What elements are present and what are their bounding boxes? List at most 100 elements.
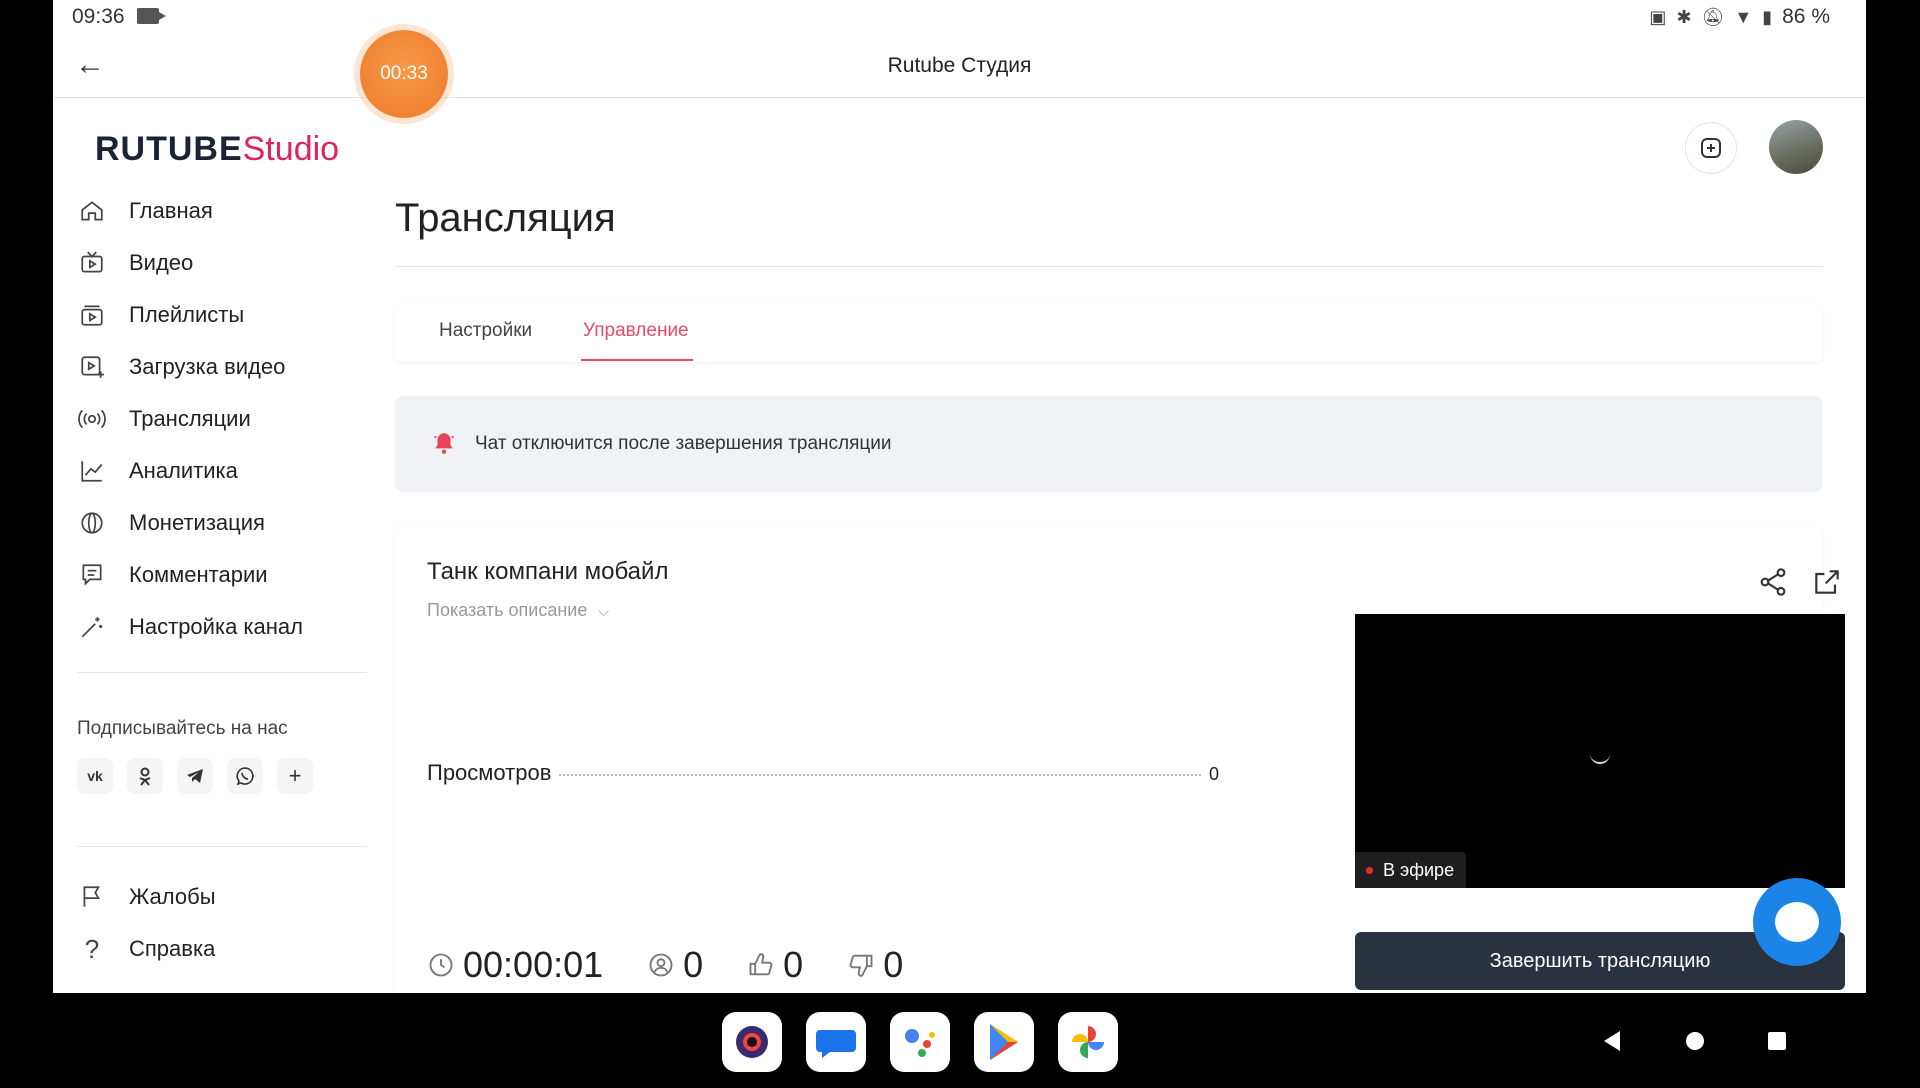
views-row: Просмотров 0 xyxy=(427,760,1219,786)
sidebar-item-label: Трансляции xyxy=(129,406,251,431)
tab-bar: Настройки Управление xyxy=(395,302,1823,362)
sidebar-item-upload[interactable]: Загрузка видео xyxy=(77,347,285,387)
likes-value: 0 xyxy=(783,944,804,985)
dotted-leader xyxy=(559,774,1201,776)
help-icon: ? xyxy=(84,933,100,964)
stream-preview-player[interactable]: В эфире xyxy=(1355,614,1845,888)
sidebar-item-label: Комментарии xyxy=(129,562,268,587)
duration-value: 00:00:01 xyxy=(463,944,604,985)
dislikes-stat: 0 xyxy=(847,944,903,986)
active-tab-indicator xyxy=(581,359,693,361)
playlist-icon xyxy=(77,300,107,330)
follow-us-label: Подписывайтесь на нас xyxy=(77,718,288,739)
sidebar-item-label: Монетизация xyxy=(129,510,265,535)
flag-icon xyxy=(77,882,107,912)
rutube-studio-logo[interactable]: RUTUBEStudio xyxy=(95,130,339,169)
tab-settings[interactable]: Настройки xyxy=(439,320,532,342)
show-description-label: Показать описание xyxy=(427,600,588,620)
sidebar-item-broadcasts[interactable]: Трансляции xyxy=(77,399,251,439)
viewers-stat: 0 xyxy=(647,944,703,986)
status-time: 09:36 xyxy=(72,5,125,28)
nav-home-icon[interactable] xyxy=(1685,1031,1705,1056)
more-icon[interactable]: + xyxy=(277,758,313,794)
photos-app-icon[interactable] xyxy=(1058,1012,1118,1072)
loading-spinner-icon xyxy=(1590,754,1610,764)
stream-title: Танк компани мобайл xyxy=(427,558,669,585)
sidebar-item-label: Аналитика xyxy=(129,458,238,483)
nav-back-icon[interactable] xyxy=(1602,1030,1622,1057)
assistant-app-icon[interactable] xyxy=(890,1012,950,1072)
viewers-value: 0 xyxy=(683,944,704,985)
upload-icon xyxy=(77,352,107,382)
sidebar-item-label: Главная xyxy=(129,198,213,223)
user-avatar[interactable] xyxy=(1769,120,1823,174)
camera-app-icon[interactable] xyxy=(722,1012,782,1072)
status-icons: ▣ ✱ 🔕︎ ▼ ▮ 86 % xyxy=(1649,5,1830,29)
sidebar-item-label: Плейлисты xyxy=(129,302,245,327)
sidebar-item-home[interactable]: Главная xyxy=(77,191,213,231)
sidebar-divider xyxy=(77,672,367,673)
sidebar-item-monetization[interactable]: Монетизация xyxy=(77,503,265,543)
ok-icon[interactable] xyxy=(127,758,163,794)
battery-icon: ▮ xyxy=(1762,6,1773,27)
thumbs-up-icon xyxy=(749,953,773,976)
notice-text: Чат отключится после завершения трансляц… xyxy=(475,433,892,454)
sidebar-item-label: Видео xyxy=(129,250,194,275)
mute-icon: 🔕︎ xyxy=(1701,6,1725,27)
sidebar-item-comments[interactable]: Комментарии xyxy=(77,555,268,595)
screen-record-icon xyxy=(137,8,166,24)
support-chat-button[interactable] xyxy=(1753,878,1841,966)
thumbs-down-icon xyxy=(849,954,873,977)
battery-level: 86 % xyxy=(1782,5,1830,28)
comments-icon xyxy=(77,560,107,590)
sidebar-item-channel-settings[interactable]: Настройка канал xyxy=(77,607,303,647)
chart-icon xyxy=(77,456,107,486)
app-title: Rutube Студия xyxy=(887,54,1032,77)
magic-wand-icon xyxy=(77,612,107,642)
tv-icon xyxy=(77,248,107,278)
wifi-icon: ▼ xyxy=(1734,6,1753,27)
sidebar-item-label: Настройка канал xyxy=(129,614,303,639)
sidebar-item-playlists[interactable]: Плейлисты xyxy=(77,295,244,335)
bell-icon xyxy=(433,433,455,454)
sidebar-item-analytics[interactable]: Аналитика xyxy=(77,451,238,491)
stream-card: Танк компани мобайл Показать описание ⌵ … xyxy=(395,526,1845,993)
viewer-icon xyxy=(649,953,673,977)
live-badge: В эфире xyxy=(1355,852,1467,888)
chat-notice: Чат отключится после завершения трансляц… xyxy=(395,396,1823,492)
sidebar-item-label: Жалобы xyxy=(129,884,216,909)
sidebar-item-video[interactable]: Видео xyxy=(77,243,193,283)
add-content-button[interactable] xyxy=(1685,122,1737,174)
live-badge-label: В эфире xyxy=(1383,859,1455,880)
nav-recents-icon[interactable] xyxy=(1768,1032,1786,1055)
logo-studio: Studio xyxy=(242,130,340,168)
sidebar-item-help[interactable]: ? Справка xyxy=(77,929,216,969)
tab-management[interactable]: Управление xyxy=(583,320,689,342)
social-links: vk + xyxy=(77,758,313,794)
sidebar-item-complaints[interactable]: Жалобы xyxy=(77,877,216,917)
logo-rutube: RUTUBE xyxy=(95,130,243,168)
app-screen: 09:36 ▣ ✱ 🔕︎ ▼ ▮ 86 % ← Rutube Студия RU… xyxy=(53,0,1866,993)
broadcast-icon xyxy=(77,404,107,434)
share-icon[interactable] xyxy=(1757,566,1789,598)
show-description-toggle[interactable]: Показать описание ⌵ xyxy=(427,600,609,621)
duration-stat: 00:00:01 xyxy=(427,944,603,986)
likes-stat: 0 xyxy=(747,944,803,986)
telegram-icon[interactable] xyxy=(177,758,213,794)
vk-icon[interactable]: vk xyxy=(77,758,113,794)
viber-icon[interactable] xyxy=(227,758,263,794)
chevron-down-icon: ⌵ xyxy=(598,603,609,619)
clock-icon xyxy=(429,953,453,977)
messages-app-icon[interactable] xyxy=(806,1012,866,1072)
cast-icon: ▣ xyxy=(1649,6,1667,27)
dislikes-value: 0 xyxy=(883,944,904,985)
coin-icon xyxy=(77,508,107,538)
sidebar-item-label: Загрузка видео xyxy=(129,354,286,379)
open-external-icon[interactable] xyxy=(1811,566,1843,598)
recording-timer[interactable]: 00:33 xyxy=(360,30,448,118)
sidebar-item-label: Справка xyxy=(129,936,216,961)
title-divider xyxy=(395,266,1823,267)
views-value: 0 xyxy=(1208,764,1219,784)
page-title: Трансляция xyxy=(395,196,616,240)
play-store-app-icon[interactable] xyxy=(974,1012,1034,1072)
